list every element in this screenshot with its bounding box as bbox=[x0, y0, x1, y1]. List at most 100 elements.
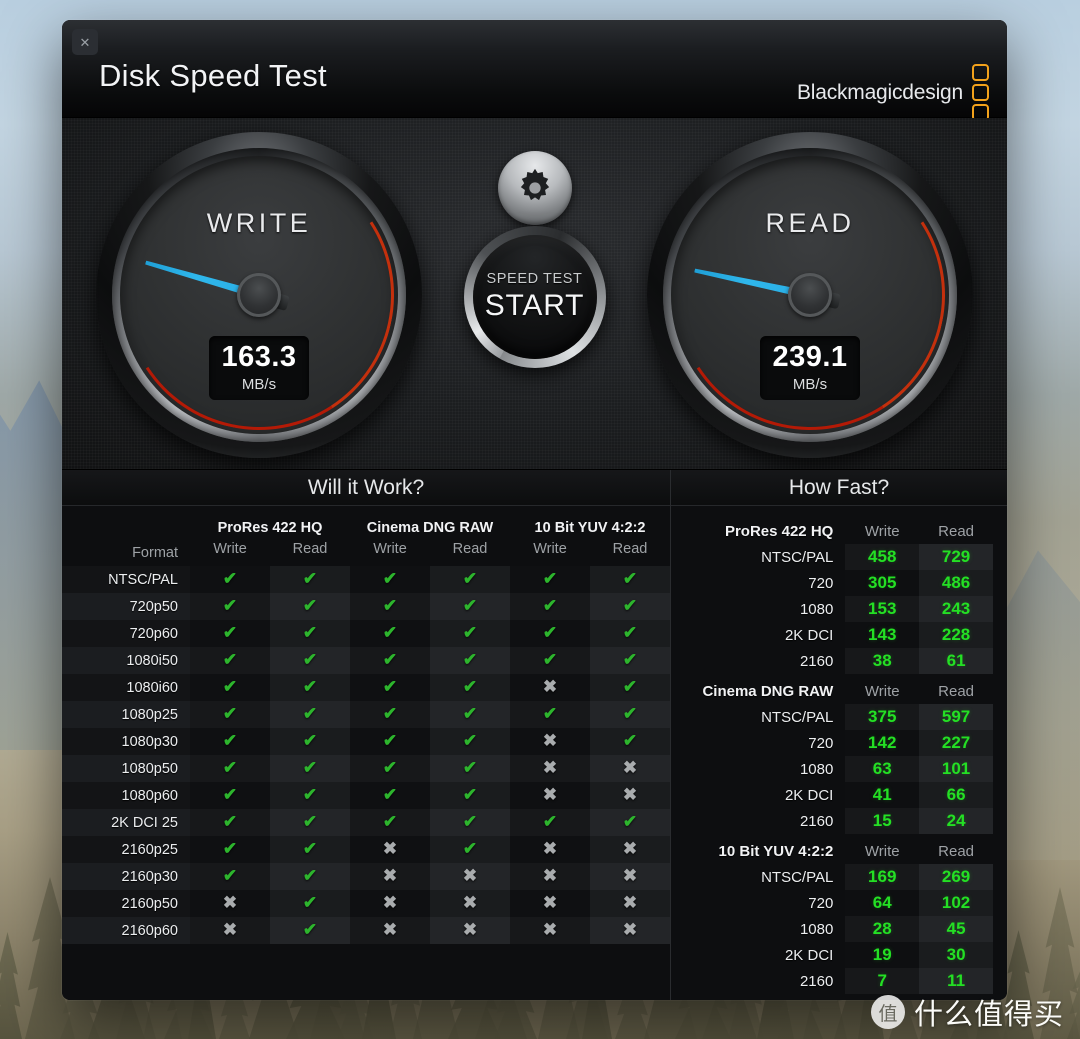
cross-icon: ✖ bbox=[462, 920, 478, 939]
read-speed-value: 30 bbox=[919, 942, 993, 968]
how-fast-group-name: ProRes 422 HQ bbox=[724, 523, 834, 540]
format-label: NTSC/PAL bbox=[62, 566, 190, 593]
resolution-label: 720 bbox=[808, 894, 834, 912]
supported-cell: ✔ bbox=[510, 701, 590, 728]
how-fast-body: ProRes 422 HQ Write Read NTSC/PAL 458 729 720 3… bbox=[671, 514, 993, 994]
cross-icon: ✖ bbox=[542, 839, 558, 858]
format-label: 1080i60 bbox=[62, 674, 190, 701]
check-icon: ✔ bbox=[462, 569, 478, 588]
blackmagic-squares-icon bbox=[972, 64, 989, 121]
supported-cell: ✔ bbox=[190, 566, 270, 593]
unsupported-cell: ✖ bbox=[430, 917, 510, 944]
how-fast-row: 2K DCI 143 228 bbox=[671, 622, 993, 648]
check-icon: ✔ bbox=[302, 677, 318, 696]
check-icon: ✔ bbox=[462, 704, 478, 723]
read-speed-value: 269 bbox=[919, 864, 993, 890]
read-speed-value: 486 bbox=[919, 570, 993, 596]
cross-icon: ✖ bbox=[382, 893, 398, 912]
check-icon: ✔ bbox=[222, 704, 238, 723]
supported-cell: ✔ bbox=[430, 728, 510, 755]
check-icon: ✔ bbox=[542, 704, 558, 723]
resolution-label: 720 bbox=[808, 574, 834, 592]
format-label: 2160p25 bbox=[62, 836, 190, 863]
write-value: 163.3 bbox=[221, 341, 297, 373]
check-icon: ✔ bbox=[302, 758, 318, 777]
will-it-work-table: ProRes 422 HQ Cinema DNG RAW 10 Bit YUV … bbox=[62, 506, 671, 944]
check-icon: ✔ bbox=[382, 731, 398, 750]
table-row: 2160p30 ✔ ✔ ✖ ✖ ✖ ✖ bbox=[62, 863, 671, 890]
format-label: 1080p50 bbox=[62, 755, 190, 782]
cross-icon: ✖ bbox=[462, 866, 478, 885]
check-icon: ✔ bbox=[542, 569, 558, 588]
write-gauge-face: WRITE 163.3 MB/s bbox=[120, 156, 398, 434]
how-fast-row: 2K DCI 19 30 bbox=[671, 942, 993, 968]
cross-icon: ✖ bbox=[622, 866, 638, 885]
group-header-yuv: 10 Bit YUV 4:2:2 bbox=[534, 520, 646, 536]
supported-cell: ✔ bbox=[510, 593, 590, 620]
supported-cell: ✔ bbox=[190, 809, 270, 836]
how-fast-row: 720 305 486 bbox=[671, 570, 993, 596]
format-label: 1080i50 bbox=[62, 647, 190, 674]
cross-icon: ✖ bbox=[622, 785, 638, 804]
resolution-label: 2160 bbox=[799, 652, 834, 670]
write-speed-value: 458 bbox=[845, 544, 920, 570]
cross-icon: ✖ bbox=[542, 731, 558, 750]
check-icon: ✔ bbox=[462, 812, 478, 831]
supported-cell: ✔ bbox=[350, 566, 430, 593]
results-panels: Will it Work? ProRes 422 HQ Cinema DNG R… bbox=[62, 470, 1007, 1000]
unsupported-cell: ✖ bbox=[590, 863, 671, 890]
resolution-label: 2160 bbox=[799, 972, 834, 990]
how-fast-table-wrap: ProRes 422 HQ Write Read NTSC/PAL 458 729 720 3… bbox=[671, 506, 1007, 994]
format-label: 1080p60 bbox=[62, 782, 190, 809]
supported-cell: ✔ bbox=[190, 701, 270, 728]
supported-cell: ✔ bbox=[270, 917, 350, 944]
check-icon: ✔ bbox=[382, 569, 398, 588]
supported-cell: ✔ bbox=[190, 863, 270, 890]
check-icon: ✔ bbox=[302, 785, 318, 804]
supported-cell: ✔ bbox=[590, 566, 671, 593]
check-icon: ✔ bbox=[542, 596, 558, 615]
start-button[interactable]: SPEED TEST START bbox=[463, 226, 606, 368]
supported-cell: ✔ bbox=[590, 674, 671, 701]
cross-icon: ✖ bbox=[222, 893, 238, 912]
check-icon: ✔ bbox=[222, 569, 238, 588]
supported-cell: ✔ bbox=[190, 755, 270, 782]
read-speed-value: 228 bbox=[919, 622, 993, 648]
resolution-label: NTSC/PAL bbox=[761, 548, 834, 566]
read-speed-value: 61 bbox=[919, 648, 993, 674]
supported-cell: ✔ bbox=[510, 647, 590, 674]
supported-cell: ✔ bbox=[190, 674, 270, 701]
supported-cell: ✔ bbox=[190, 647, 270, 674]
table-row: 720p60 ✔ ✔ ✔ ✔ ✔ ✔ bbox=[62, 620, 671, 647]
resolution-label: NTSC/PAL bbox=[761, 708, 834, 726]
supported-cell: ✔ bbox=[270, 701, 350, 728]
supported-cell: ✔ bbox=[430, 809, 510, 836]
gear-icon[interactable] bbox=[497, 151, 572, 225]
table-row: 1080i50 ✔ ✔ ✔ ✔ ✔ ✔ bbox=[62, 647, 671, 674]
supported-cell: ✔ bbox=[350, 620, 430, 647]
write-speed-value: 63 bbox=[845, 756, 920, 782]
unsupported-cell: ✖ bbox=[350, 917, 430, 944]
table-row: 1080p50 ✔ ✔ ✔ ✔ ✖ ✖ bbox=[62, 755, 671, 782]
cross-icon: ✖ bbox=[462, 893, 478, 912]
write-speed-value: 41 bbox=[845, 782, 920, 808]
check-icon: ✔ bbox=[542, 812, 558, 831]
unsupported-cell: ✖ bbox=[190, 917, 270, 944]
disk-speed-test-window: ✕ Disk Speed Test Blackmagicdesign WRITE bbox=[62, 20, 1007, 1000]
table-row: NTSC/PAL ✔ ✔ ✔ ✔ ✔ ✔ bbox=[62, 566, 671, 593]
supported-cell: ✔ bbox=[430, 674, 510, 701]
check-icon: ✔ bbox=[222, 785, 238, 804]
supported-cell: ✔ bbox=[510, 809, 590, 836]
supported-cell: ✔ bbox=[190, 782, 270, 809]
supported-cell: ✔ bbox=[270, 728, 350, 755]
tree-silhouette bbox=[1067, 956, 1080, 1039]
check-icon: ✔ bbox=[302, 704, 318, 723]
how-fast-table: ProRes 422 HQ Write Read NTSC/PAL 458 729 720 3… bbox=[671, 514, 993, 994]
check-icon: ✔ bbox=[622, 623, 638, 642]
unsupported-cell: ✖ bbox=[510, 782, 590, 809]
cross-icon: ✖ bbox=[622, 839, 638, 858]
table-row: 1080i60 ✔ ✔ ✔ ✔ ✖ ✔ bbox=[62, 674, 671, 701]
close-icon[interactable]: ✕ bbox=[72, 29, 98, 55]
supported-cell: ✔ bbox=[190, 620, 270, 647]
supported-cell: ✔ bbox=[510, 566, 590, 593]
